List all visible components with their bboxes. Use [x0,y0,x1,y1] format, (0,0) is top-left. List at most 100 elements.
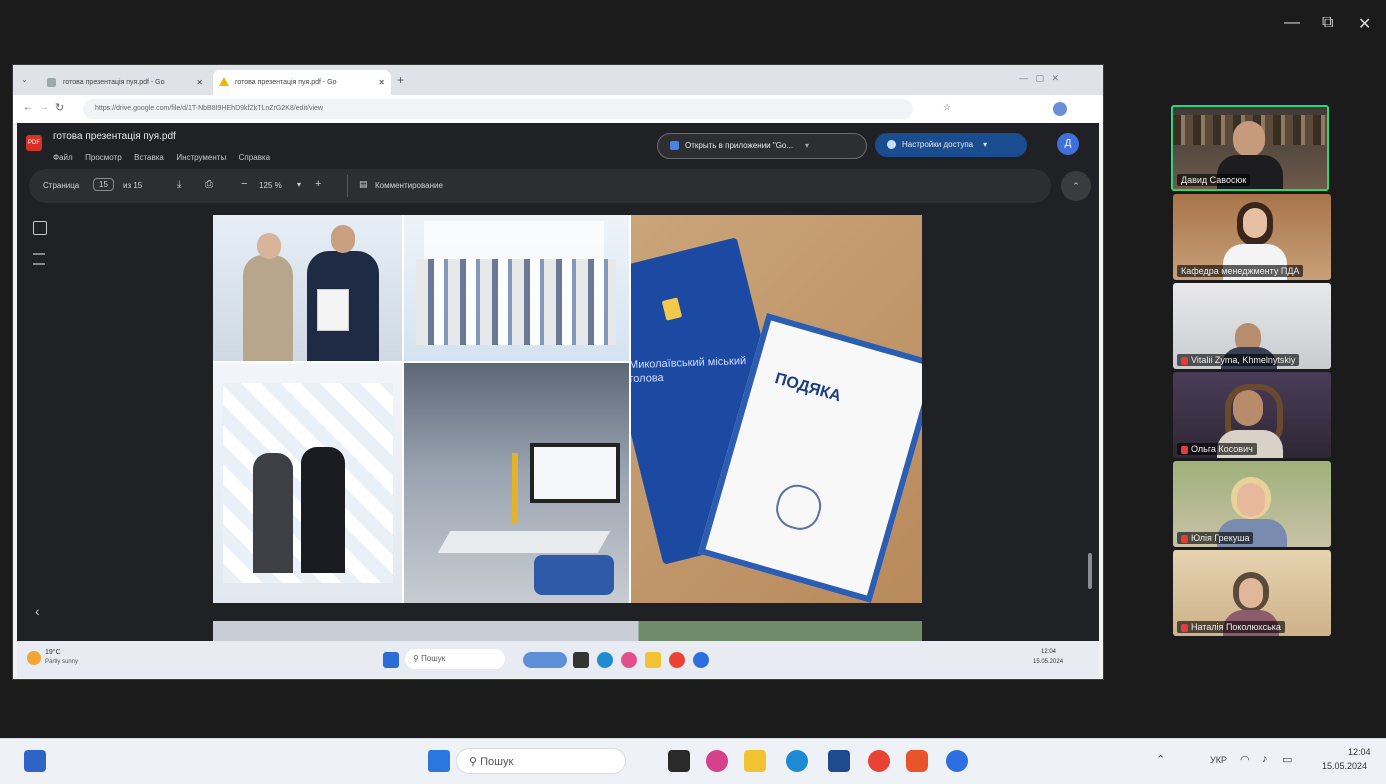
forward-icon[interactable]: → [39,102,49,113]
pdf-file-name: готова презентація пуя.pdf [53,131,176,142]
volume-icon[interactable]: ♪ [1262,753,1268,765]
drive-icon [219,77,229,86]
browser-tab-bar: ⌄ готова презентація пуя.pdf - Go ✕ гото… [13,65,1103,95]
tab-label: готова презентація пуя.pdf - Go [235,79,337,86]
url-field[interactable]: https://drive.google.com/file/d/1T-NbB8I… [83,99,913,119]
shared-screen: ⌄ готова презентація пуя.pdf - Go ✕ гото… [12,64,1104,680]
start-icon[interactable] [383,652,399,668]
participant-tile-4[interactable]: Ольга Косович [1173,372,1331,458]
wifi-icon[interactable]: ◠ [1240,753,1250,766]
bookmark-icon[interactable]: ☆ [943,102,951,113]
close-button[interactable]: ✕ [1358,14,1371,34]
os-date: 15.05.2024 [1322,761,1368,771]
minimize-button[interactable]: — [1284,14,1300,32]
menu-insert[interactable]: Вставка [134,153,164,162]
participant-tile-3[interactable]: Vitalii Zyma, Khmelnytskiy [1173,283,1331,369]
participant-tile-1[interactable]: Давид Савосюк [1171,105,1329,191]
menu-help[interactable]: Справка [239,153,270,162]
account-avatar[interactable]: Д [1057,133,1079,155]
tab-2[interactable]: готова презентація пуя.pdf - Go ✕ [213,70,391,95]
print-icon[interactable]: ⎙ [205,179,213,190]
participant-tile-5[interactable]: Юлія Грекуша [1173,461,1331,547]
photo-award-two-men [213,215,402,361]
browser-window-controls[interactable]: — ▢ ✕ [1019,73,1059,84]
room-screen [530,443,620,503]
participant-tile-6[interactable]: Наталія Поколюхська [1173,550,1331,636]
photo-certificate: Миколаївський міський голова ПОДЯКА [631,215,922,603]
thumbnails-icon[interactable] [33,221,47,235]
zoom-out-icon[interactable]: − [241,178,247,190]
battery-icon[interactable]: ▭ [1282,753,1292,766]
edge-icon[interactable] [597,652,613,668]
certificate-title: ПОДЯКА [772,370,843,406]
share-button[interactable]: Настройки доступа ▾ [875,133,1027,157]
copilot-icon[interactable] [621,652,637,668]
back-icon[interactable]: ← [23,102,33,113]
download-icon[interactable]: ⤓ [177,179,181,190]
chrome-icon[interactable] [868,750,890,772]
participant-name: Давид Савосюк [1177,174,1251,186]
comment-button[interactable]: Комментирование [375,181,443,190]
restore-button[interactable]: ⧉ [1322,14,1333,32]
pdf-file-icon: PDF [26,135,42,151]
participant-face [1239,578,1263,608]
collapse-sidebar-icon[interactable]: ‹ [35,603,40,619]
os-search-box[interactable]: ⚲ Пошук [456,748,626,774]
participant-face [1243,208,1267,238]
folder-icon[interactable] [645,652,661,668]
zoom-app-icon[interactable] [946,750,968,772]
weather-temp: 19°C [45,649,61,656]
menu-tools[interactable]: Инструменты [176,153,226,162]
menu-view[interactable]: Просмотр [85,153,122,162]
tab-favicon-icon [47,78,56,87]
participant-name: Наталія Поколюхська [1177,621,1285,633]
zoom-app-icon[interactable] [693,652,709,668]
tab-search-icon[interactable]: ⌄ [21,75,31,85]
outline-icon[interactable] [33,253,45,265]
widget-icon[interactable] [523,652,567,668]
task-view-button[interactable] [24,750,46,772]
comment-icon[interactable]: ▤ [359,179,368,190]
language-indicator[interactable]: УКР [1210,755,1227,765]
chrome-icon[interactable] [669,652,685,668]
copilot-icon[interactable] [706,750,728,772]
pdf-viewer: PDF готова презентація пуя.pdf Файл Прос… [17,123,1099,641]
new-tab-button[interactable]: + [397,73,404,87]
docs-icon [670,141,679,151]
weather-icon [27,651,41,665]
start-button[interactable] [428,750,450,772]
menu-file[interactable]: Файл [53,153,73,162]
profile-avatar[interactable] [1053,102,1067,116]
reload-icon[interactable]: ↻ [55,101,64,114]
scrollbar-thumb[interactable] [1088,553,1092,589]
mic-off-icon [1181,623,1188,632]
office-icon[interactable] [906,750,928,772]
edge-icon[interactable] [786,750,808,772]
folder-icon[interactable] [744,750,766,772]
os-taskbar: ⚲ Пошук ⌃ УКР ◠ ♪ ▭ 12:04 15.05.2024 [0,738,1386,784]
zoom-level[interactable]: 125 % [259,181,282,190]
participant-tile-2[interactable]: Кафедра менеджменту ПДА [1173,194,1331,280]
collapse-toolbar-button[interactable]: ⌃ [1061,171,1091,201]
participant-name: Юлія Грекуша [1177,532,1254,544]
participant-face [1237,483,1265,517]
os-clock: 12:04 [1348,747,1371,757]
zoom-in-icon[interactable]: + [315,178,321,190]
task-view-icon[interactable] [573,652,589,668]
tab-1[interactable]: готова презентація пуя.pdf - Go ✕ [41,70,209,95]
open-in-app-button[interactable]: Открыть в приложении "Go... ▾ [657,133,867,159]
store-icon[interactable] [828,750,850,772]
chevron-down-icon[interactable]: ▾ [805,141,809,150]
pdf-next-page [213,621,922,641]
tray-chevron-icon[interactable]: ⌃ [1156,753,1165,766]
chevron-down-icon[interactable]: ▾ [983,140,987,149]
tab-close-icon[interactable]: ✕ [196,70,203,95]
search-icon: ⚲ [469,756,481,768]
shared-taskbar: 19°C Partly sunny ⚲ Пошук 12:04 15.05.20… [17,641,1099,678]
inner-search-box[interactable]: ⚲ Пошук [405,649,505,669]
pdf-page: Миколаївський міський голова ПОДЯКА [213,215,922,603]
tab-close-icon[interactable]: ✕ [378,70,385,95]
page-number-input[interactable]: 15 [93,178,114,191]
zoom-dropdown-icon[interactable]: ▾ [297,180,301,189]
file-manager-icon[interactable] [668,750,690,772]
